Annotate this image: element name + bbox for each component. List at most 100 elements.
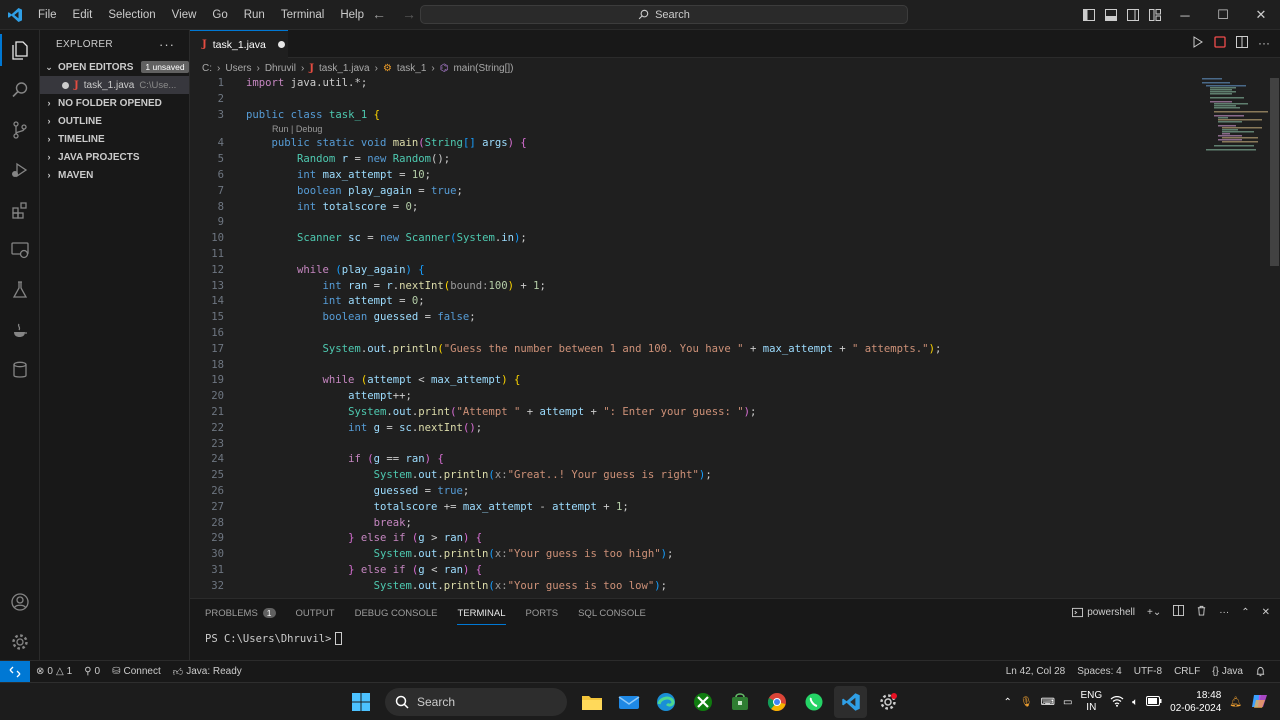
code-line[interactable]: 23 (190, 437, 1268, 453)
code-line[interactable]: 11 (190, 247, 1268, 263)
sidebar-section-outline[interactable]: › OUTLINE (40, 112, 189, 130)
code-line[interactable]: 21 System.out.print("Attempt " + attempt… (190, 405, 1268, 421)
java-status[interactable]: 👍︎ Java: Ready (167, 666, 248, 678)
sidebar-section-maven[interactable]: › MAVEN (40, 166, 189, 184)
edge-browser-icon[interactable] (649, 686, 682, 718)
source-control-icon[interactable] (0, 110, 40, 150)
code-line[interactable]: 25 System.out.println(x:"Great..! Your g… (190, 468, 1268, 484)
code-line[interactable]: 3 public class task_1 { (190, 108, 1268, 124)
code-line[interactable]: 26 guessed = true; (190, 484, 1268, 500)
code-line[interactable]: 29 } else if (g > ran) { (190, 531, 1268, 547)
taskbar-search[interactable]: Search (385, 688, 567, 716)
code-line[interactable]: 27 totalscore += max_attempt - attempt +… (190, 500, 1268, 516)
code-line[interactable]: 24 if (g == ran) { (190, 452, 1268, 468)
back-arrow-icon[interactable]: ← (372, 6, 386, 22)
microphone-icon[interactable]: 🎙︎ (1020, 697, 1033, 708)
breadcrumb-item[interactable]: Users (225, 63, 251, 74)
settings-gear-icon[interactable] (871, 686, 904, 718)
code-line[interactable]: 5 Random r = new Random(); (190, 152, 1268, 168)
problems-status[interactable]: ⊗ 0 △ 1 (30, 666, 78, 677)
split-terminal-icon[interactable] (1173, 605, 1185, 619)
copilot-icon[interactable] (1250, 691, 1270, 714)
xbox-icon[interactable] (686, 686, 719, 718)
breadcrumb-item[interactable]: main(String[]) (453, 63, 513, 74)
terminal-shell-selector[interactable]: powershell (1072, 607, 1135, 618)
explorer-icon[interactable] (0, 30, 40, 70)
code-line[interactable]: 15 boolean guessed = false; (190, 310, 1268, 326)
chevron-up-icon[interactable]: ⌃ (1003, 697, 1011, 708)
panel-tab-sql-console[interactable]: SQL CONSOLE (578, 608, 646, 619)
keyboard-icon[interactable]: ⌨︎ (1041, 697, 1055, 708)
tab-task-1-java[interactable]: J task_1.java (190, 30, 288, 58)
windows-start-icon[interactable] (344, 686, 377, 718)
menu-item-view[interactable]: View (164, 0, 205, 30)
file-explorer-icon[interactable] (575, 686, 608, 718)
run-icon[interactable] (1192, 36, 1204, 51)
codelens-run-debug[interactable]: Run | Debug (190, 123, 1268, 136)
open-editor-item[interactable]: J task_1.java C:\Use... (40, 76, 189, 94)
breadcrumb-item[interactable]: Dhruvil (265, 63, 296, 74)
stop-icon[interactable] (1214, 36, 1226, 51)
mail-icon[interactable] (612, 686, 645, 718)
code-editor[interactable]: 1 import java.util.*; 2 3 public class task_… (190, 76, 1268, 598)
maximize-icon[interactable]: ☐ (1204, 0, 1242, 30)
menu-item-file[interactable]: File (30, 0, 65, 30)
wifi-icon[interactable] (1110, 695, 1124, 710)
customize-layout-icon[interactable] (1144, 0, 1166, 30)
toggle-panel-icon[interactable] (1100, 0, 1122, 30)
language-mode[interactable]: {} Java (1206, 666, 1249, 677)
new-terminal-icon[interactable]: +⌄ (1147, 607, 1161, 618)
cursor-position[interactable]: Ln 42, Col 28 (1000, 666, 1072, 677)
toggle-sidebar-icon[interactable] (1078, 0, 1100, 30)
code-line[interactable]: 6 int max_attempt = 10; (190, 168, 1268, 184)
extensions-icon[interactable] (0, 190, 40, 230)
unsaved-dot-icon[interactable] (277, 41, 285, 48)
run-and-debug-icon[interactable] (0, 150, 40, 190)
remote-explorer-icon[interactable] (0, 230, 40, 270)
indentation[interactable]: Spaces: 4 (1071, 666, 1127, 677)
display-icon[interactable]: ▭ (1063, 697, 1072, 708)
menu-item-go[interactable]: Go (204, 0, 235, 30)
code-line[interactable]: 18 (190, 358, 1268, 374)
panel-tab-terminal[interactable]: TERMINAL (457, 608, 506, 625)
sidebar-section-no-folder-opened[interactable]: › NO FOLDER OPENED (40, 94, 189, 112)
ports-status[interactable]: ⚲ 0 (78, 666, 106, 677)
testing-icon[interactable] (0, 270, 40, 310)
code-line[interactable]: 2 (190, 92, 1268, 108)
database-icon[interactable] (0, 350, 40, 390)
panel-tab-problems[interactable]: PROBLEMS 1 (205, 607, 276, 619)
code-line[interactable]: 22 int g = sc.nextInt(); (190, 421, 1268, 437)
code-line[interactable]: 4 public static void main(String[] args)… (190, 136, 1268, 152)
code-line[interactable]: 9 (190, 215, 1268, 231)
clock[interactable]: 18:48 02-06-2024 (1170, 689, 1221, 715)
menu-item-terminal[interactable]: Terminal (273, 0, 332, 30)
code-line[interactable]: 7 boolean play_again = true; (190, 184, 1268, 200)
language-indicator[interactable]: ENG IN (1080, 690, 1102, 714)
code-line[interactable]: 10 Scanner sc = new Scanner(System.in); (190, 231, 1268, 247)
close-icon[interactable]: ✕ (1242, 0, 1280, 30)
sidebar-section-java-projects[interactable]: › JAVA PROJECTS (40, 148, 189, 166)
code-line[interactable]: 31 } else if (g < ran) { (190, 563, 1268, 579)
trash-icon[interactable] (1196, 605, 1207, 619)
vscode-taskbar-icon[interactable] (834, 686, 867, 718)
code-line[interactable]: 17 System.out.println("Guess the number … (190, 342, 1268, 358)
store-icon[interactable] (723, 686, 756, 718)
panel-tab-debug-console[interactable]: DEBUG CONSOLE (355, 608, 438, 619)
java-icon[interactable] (0, 310, 40, 350)
more-actions-icon[interactable]: ··· (159, 37, 175, 52)
notifications-bell-icon[interactable] (1249, 666, 1272, 677)
account-icon[interactable] (0, 582, 40, 622)
breadcrumb-item[interactable]: C: (202, 63, 212, 74)
command-center-search[interactable]: Search (420, 5, 908, 24)
code-line[interactable]: 20 attempt++; (190, 389, 1268, 405)
code-line[interactable]: 14 int attempt = 0; (190, 294, 1268, 310)
panel-tab-output[interactable]: OUTPUT (296, 608, 335, 619)
code-line[interactable]: 13 int ran = r.nextInt(bound:100) + 1; (190, 279, 1268, 295)
code-line[interactable]: 1 import java.util.*; (190, 76, 1268, 92)
remote-indicator-icon[interactable] (0, 661, 30, 682)
more-actions-icon[interactable]: ··· (1258, 36, 1270, 51)
chevron-up-icon[interactable]: ⌃ (1241, 607, 1249, 618)
minimize-icon[interactable]: ─ (1166, 0, 1204, 30)
search-icon[interactable] (0, 70, 40, 110)
open-editors-section[interactable]: ⌄ OPEN EDITORS 1 unsaved (40, 58, 189, 76)
